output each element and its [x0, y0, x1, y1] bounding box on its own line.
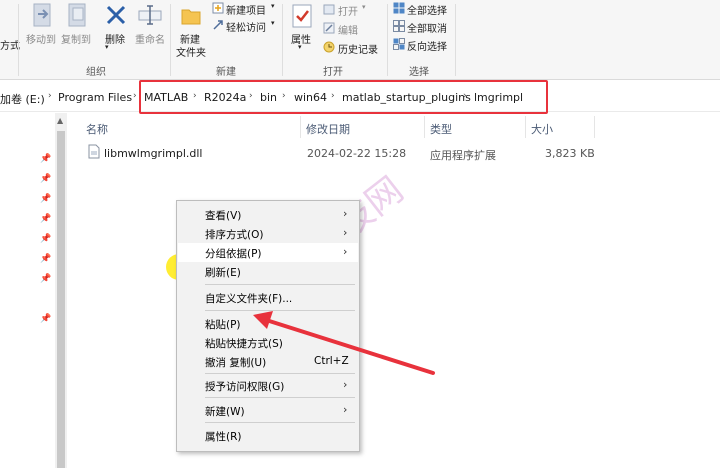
address-highlight-box	[139, 80, 548, 114]
open-group-label: 打开	[323, 67, 343, 78]
edit-icon	[323, 22, 335, 34]
delete-icon	[106, 5, 126, 25]
pin-icon[interactable]: 📌	[40, 214, 51, 224]
column-header-type[interactable]: 类型	[430, 121, 452, 137]
menu-item-label: 授予访问权限(G)	[205, 381, 285, 393]
chevron-down-icon: ▾	[105, 43, 109, 51]
menu-item-view[interactable]: 查看(V) ›	[178, 205, 358, 224]
breadcrumb-program-files[interactable]: Program Files	[58, 91, 132, 104]
new-item-label: 新建项目	[226, 6, 266, 17]
chevron-right-icon: ›	[343, 226, 348, 239]
chevron-right-icon: ›	[343, 207, 348, 220]
menu-item-group-by[interactable]: 分组依据(P) ›	[178, 243, 358, 262]
new-folder-icon	[181, 9, 201, 25]
select-all-icon	[393, 2, 405, 14]
column-divider[interactable]	[300, 116, 301, 138]
file-date: 2024-02-22 15:28	[307, 147, 407, 160]
easy-access-icon	[213, 20, 223, 30]
open-label: 打开	[338, 7, 358, 18]
edit-label: 编辑	[338, 26, 358, 37]
easy-access-label: 轻松访问	[226, 23, 266, 34]
rename-icon	[138, 5, 162, 25]
copy-to-icon	[68, 3, 86, 27]
pin-icon[interactable]: 📌	[40, 234, 51, 244]
move-to-icon	[33, 3, 51, 27]
column-header-size[interactable]: 大小	[531, 121, 553, 137]
scrollbar-thumb[interactable]	[57, 131, 65, 468]
history-icon	[323, 41, 335, 53]
menu-item-label: 查看(V)	[205, 210, 242, 222]
menu-item-label: 刷新(E)	[205, 267, 241, 279]
annotation-arrow-icon	[253, 311, 435, 375]
column-header-name[interactable]: 名称	[86, 121, 108, 137]
chevron-down-icon: ▾	[271, 2, 275, 10]
organize-group-label: 组织	[86, 67, 106, 78]
pin-icon[interactable]: 📌	[40, 174, 51, 184]
history-label: 历史记录	[338, 45, 378, 56]
properties-icon	[292, 4, 312, 28]
menu-separator	[205, 422, 355, 423]
menu-item-properties[interactable]: 属性(R)	[178, 426, 358, 445]
move-to-label: 移动到	[26, 35, 56, 46]
column-header-date[interactable]: 修改日期	[306, 121, 350, 137]
menu-item-label: 排序方式(O)	[205, 229, 264, 241]
dll-file-icon	[88, 144, 100, 159]
column-divider[interactable]	[525, 116, 526, 138]
pin-icon[interactable]: 📌	[40, 194, 51, 204]
select-all-label: 全部选择	[407, 6, 447, 17]
open-icon	[323, 4, 335, 15]
ribbon-divider	[170, 4, 171, 76]
pin-icon[interactable]: 📌	[40, 314, 51, 324]
new-folder-label-2: 文件夹	[176, 48, 206, 59]
menu-item-sort[interactable]: 排序方式(O) ›	[178, 224, 358, 243]
file-name: libmwlmgrimpl.dll	[104, 147, 203, 160]
chevron-down-icon: ▾	[271, 19, 275, 27]
column-divider[interactable]	[594, 116, 595, 138]
menu-item-label: 粘贴(P)	[205, 319, 241, 331]
menu-item-new[interactable]: 新建(W) ›	[178, 401, 358, 420]
pin-icon[interactable]: 📌	[40, 154, 51, 164]
scroll-up-icon[interactable]: ▲	[57, 116, 63, 125]
file-type: 应用程序扩展	[430, 149, 496, 162]
menu-item-label: 新建(W)	[205, 406, 245, 418]
file-size: 3,823 KB	[545, 147, 595, 160]
invert-selection-icon	[393, 38, 405, 50]
chevron-right-icon[interactable]: ›	[133, 91, 137, 101]
ribbon-partial-label: 方式	[0, 41, 20, 52]
menu-item-label: 属性(R)	[205, 431, 242, 443]
breadcrumb-drive[interactable]: 加卷 (E:)	[0, 91, 45, 107]
chevron-down-icon: ▾	[362, 3, 366, 11]
chevron-right-icon: ›	[343, 245, 348, 258]
ribbon-divider	[282, 4, 283, 76]
ribbon-divider	[387, 4, 388, 76]
ribbon-divider	[455, 4, 456, 76]
nav-scrollbar[interactable]: ▲	[55, 113, 67, 468]
ribbon-divider	[18, 4, 19, 76]
new-item-icon	[212, 2, 224, 14]
menu-separator	[205, 284, 355, 285]
menu-item-label: 自定义文件夹(F)...	[205, 293, 293, 305]
select-none-icon	[393, 20, 405, 32]
copy-to-label: 复制到	[61, 35, 91, 46]
menu-item-label: 分组依据(P)	[205, 248, 262, 260]
select-none-label: 全部取消	[407, 24, 447, 35]
ribbon: 方式 移动到 复制到 删除 ▾ 重命名 组织 新建 文件夹 新建项目 ▾ 轻松访…	[0, 0, 720, 80]
menu-separator	[205, 397, 355, 398]
chevron-down-icon: ▾	[298, 43, 302, 51]
chevron-right-icon[interactable]: ›	[48, 91, 52, 101]
menu-item-refresh[interactable]: 刷新(E)	[178, 262, 358, 281]
chevron-right-icon: ›	[343, 403, 348, 416]
pin-icon[interactable]: 📌	[40, 254, 51, 264]
pin-icon[interactable]: 📌	[40, 274, 51, 284]
column-divider[interactable]	[424, 116, 425, 138]
invert-selection-label: 反向选择	[407, 42, 447, 53]
rename-label: 重命名	[135, 35, 165, 46]
new-group-label: 新建	[216, 67, 236, 78]
select-group-label: 选择	[409, 67, 429, 78]
